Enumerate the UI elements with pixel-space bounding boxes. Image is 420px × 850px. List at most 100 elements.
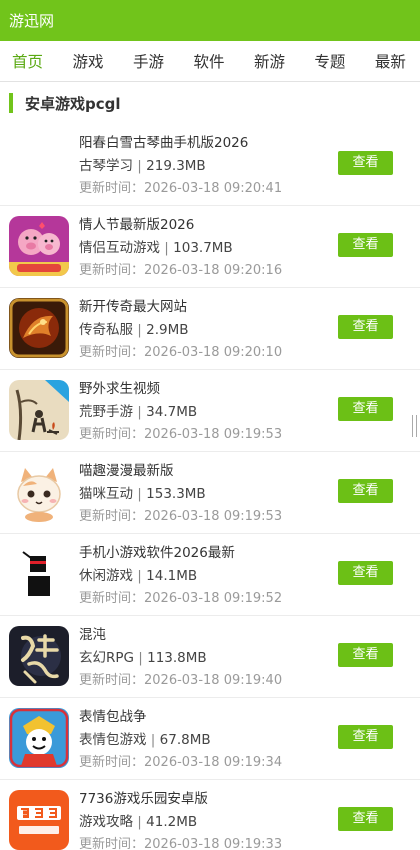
nav-item-latest[interactable]: 最新 (375, 50, 406, 72)
app-info: 情人节最新版2026 情侣互动游戏 | 103.7MB 更新时间：2026-03… (79, 215, 329, 281)
app-category: 情侣互动游戏 (79, 240, 160, 256)
time-prefix: 更新时间： (79, 345, 145, 360)
app-meta: 休闲游戏 | 14.1MB (79, 568, 198, 584)
meme-warrior-icon[interactable] (9, 708, 69, 768)
app-name[interactable]: 7736游戏乐园安卓版 (79, 789, 329, 809)
app-meta: 表情包游戏 | 67.8MB (79, 732, 211, 748)
time-value: 2026-03-18 09:19:34 (144, 755, 283, 770)
list-item[interactable]: 7736游戏乐园安卓版 游戏攻略 | 41.2MB 更新时间：2026-03-1… (0, 780, 420, 850)
app-name[interactable]: 阳春白雪古琴曲手机版2026 (79, 133, 329, 153)
app-name[interactable]: 混沌 (79, 625, 329, 645)
app-category: 猫咪互动 (79, 486, 133, 502)
app-info: 手机小游戏软件2026最新 休闲游戏 | 14.1MB 更新时间：2026-03… (79, 543, 329, 609)
cat-icon[interactable] (9, 462, 69, 522)
time-prefix: 更新时间： (79, 181, 145, 196)
app-size: 34.7MB (146, 404, 198, 420)
app-size: 113.8MB (147, 650, 207, 666)
app-meta: 猫咪互动 | 153.3MB (79, 486, 206, 502)
time-value: 2026-03-18 09:19:40 (144, 673, 283, 688)
campfire-survival-icon[interactable] (9, 380, 69, 440)
app-meta: 情侣互动游戏 | 103.7MB (79, 240, 233, 256)
list-item[interactable]: 新开传奇最大网站 传奇私服 | 2.9MB 更新时间：2026-03-18 09… (0, 288, 420, 370)
time-value: 2026-03-18 09:20:16 (144, 263, 283, 278)
time-value: 2026-03-18 09:19:53 (144, 427, 283, 442)
app-meta: 玄幻RPG | 113.8MB (79, 650, 207, 666)
nav-item-home[interactable]: 首页 (12, 50, 43, 72)
blank-icon[interactable] (9, 134, 69, 194)
dragon-warrior-icon[interactable] (9, 298, 69, 358)
app-name[interactable]: 喵趣漫漫最新版 (79, 461, 329, 481)
time-prefix: 更新时间： (79, 837, 145, 850)
nav-item-mobile-games[interactable]: 手游 (133, 50, 164, 72)
chaos-calligraphy-icon[interactable] (9, 626, 69, 686)
app-info: 新开传奇最大网站 传奇私服 | 2.9MB 更新时间：2026-03-18 09… (79, 297, 329, 363)
list-item[interactable]: 野外求生视频 荒野手游 | 34.7MB 更新时间：2026-03-18 09:… (0, 370, 420, 452)
app-name[interactable]: 野外求生视频 (79, 379, 329, 399)
scrollbar-handle[interactable] (412, 415, 417, 437)
app-update-time: 更新时间：2026-03-18 09:20:41 (79, 179, 329, 199)
list-item[interactable]: 阳春白雪古琴曲手机版2026 古琴学习 | 219.3MB 更新时间：2026-… (0, 124, 420, 206)
app-name[interactable]: 表情包战争 (79, 707, 329, 727)
nav-item-topics[interactable]: 专题 (314, 50, 345, 72)
app-category: 游戏攻略 (79, 814, 133, 830)
app-category: 荒野手游 (79, 404, 133, 420)
time-prefix: 更新时间： (79, 427, 145, 442)
nav-item-software[interactable]: 软件 (193, 50, 224, 72)
app-size: 14.1MB (146, 568, 198, 584)
view-button[interactable]: 查看 (338, 233, 393, 257)
view-button[interactable]: 查看 (338, 479, 393, 503)
site-logo[interactable]: 游迅网 (9, 10, 54, 31)
app-size: 219.3MB (146, 158, 206, 174)
app-update-time: 更新时间：2026-03-18 09:19:34 (79, 753, 329, 773)
view-button[interactable]: 查看 (338, 397, 393, 421)
time-value: 2026-03-18 09:20:10 (144, 345, 283, 360)
app-update-time: 更新时间：2026-03-18 09:19:33 (79, 835, 329, 850)
app-size: 67.8MB (159, 732, 211, 748)
app-update-time: 更新时间：2026-03-18 09:20:10 (79, 343, 329, 363)
app-info: 阳春白雪古琴曲手机版2026 古琴学习 | 219.3MB 更新时间：2026-… (79, 133, 329, 199)
time-value: 2026-03-18 09:19:53 (144, 509, 283, 524)
app-size: 2.9MB (146, 322, 189, 338)
time-prefix: 更新时间： (79, 673, 145, 688)
list-item[interactable]: 表情包战争 表情包游戏 | 67.8MB 更新时间：2026-03-18 09:… (0, 698, 420, 780)
section-title: 安卓游戏pcgl (25, 94, 121, 113)
time-value: 2026-03-18 09:19:33 (144, 837, 283, 850)
333-logo-icon[interactable] (9, 790, 69, 850)
app-size: 153.3MB (146, 486, 206, 502)
list-item[interactable]: 混沌 玄幻RPG | 113.8MB 更新时间：2026-03-18 09:19… (0, 616, 420, 698)
app-update-time: 更新时间：2026-03-18 09:20:16 (79, 261, 329, 281)
view-button[interactable]: 查看 (338, 151, 393, 175)
list-item[interactable]: 情人节最新版2026 情侣互动游戏 | 103.7MB 更新时间：2026-03… (0, 206, 420, 288)
top-bar: 游迅网 (0, 0, 420, 41)
page: 游迅网 首页 游戏 手游 软件 新游 专题 最新 安卓游戏pcgl 阳春白雪古琴… (0, 0, 420, 850)
view-button[interactable]: 查看 (338, 315, 393, 339)
app-info: 野外求生视频 荒野手游 | 34.7MB 更新时间：2026-03-18 09:… (79, 379, 329, 445)
view-button[interactable]: 查看 (338, 643, 393, 667)
list-item[interactable]: 手机小游戏软件2026最新 休闲游戏 | 14.1MB 更新时间：2026-03… (0, 534, 420, 616)
view-button[interactable]: 查看 (338, 807, 393, 831)
app-info: 表情包战争 表情包游戏 | 67.8MB 更新时间：2026-03-18 09:… (79, 707, 329, 773)
nav-item-new-games[interactable]: 新游 (254, 50, 285, 72)
app-list: 阳春白雪古琴曲手机版2026 古琴学习 | 219.3MB 更新时间：2026-… (0, 124, 420, 850)
view-button[interactable]: 查看 (338, 725, 393, 749)
time-prefix: 更新时间： (79, 263, 145, 278)
section-accent-bar (9, 93, 13, 113)
list-item[interactable]: 喵趣漫漫最新版 猫咪互动 | 153.3MB 更新时间：2026-03-18 0… (0, 452, 420, 534)
app-name[interactable]: 新开传奇最大网站 (79, 297, 329, 317)
time-prefix: 更新时间： (79, 509, 145, 524)
app-info: 混沌 玄幻RPG | 113.8MB 更新时间：2026-03-18 09:19… (79, 625, 329, 691)
pig-couple-icon[interactable] (9, 216, 69, 276)
app-size: 41.2MB (146, 814, 198, 830)
section-header: 安卓游戏pcgl (0, 82, 420, 124)
nav-item-games[interactable]: 游戏 (72, 50, 103, 72)
time-prefix: 更新时间： (79, 591, 145, 606)
app-name[interactable]: 手机小游戏软件2026最新 (79, 543, 329, 563)
time-value: 2026-03-18 09:19:52 (144, 591, 283, 606)
time-value: 2026-03-18 09:20:41 (144, 181, 283, 196)
app-info: 喵趣漫漫最新版 猫咪互动 | 153.3MB 更新时间：2026-03-18 0… (79, 461, 329, 527)
app-update-time: 更新时间：2026-03-18 09:19:53 (79, 425, 329, 445)
view-button[interactable]: 查看 (338, 561, 393, 585)
app-name[interactable]: 情人节最新版2026 (79, 215, 329, 235)
app-meta: 荒野手游 | 34.7MB (79, 404, 198, 420)
ninja-icon[interactable] (9, 544, 69, 604)
